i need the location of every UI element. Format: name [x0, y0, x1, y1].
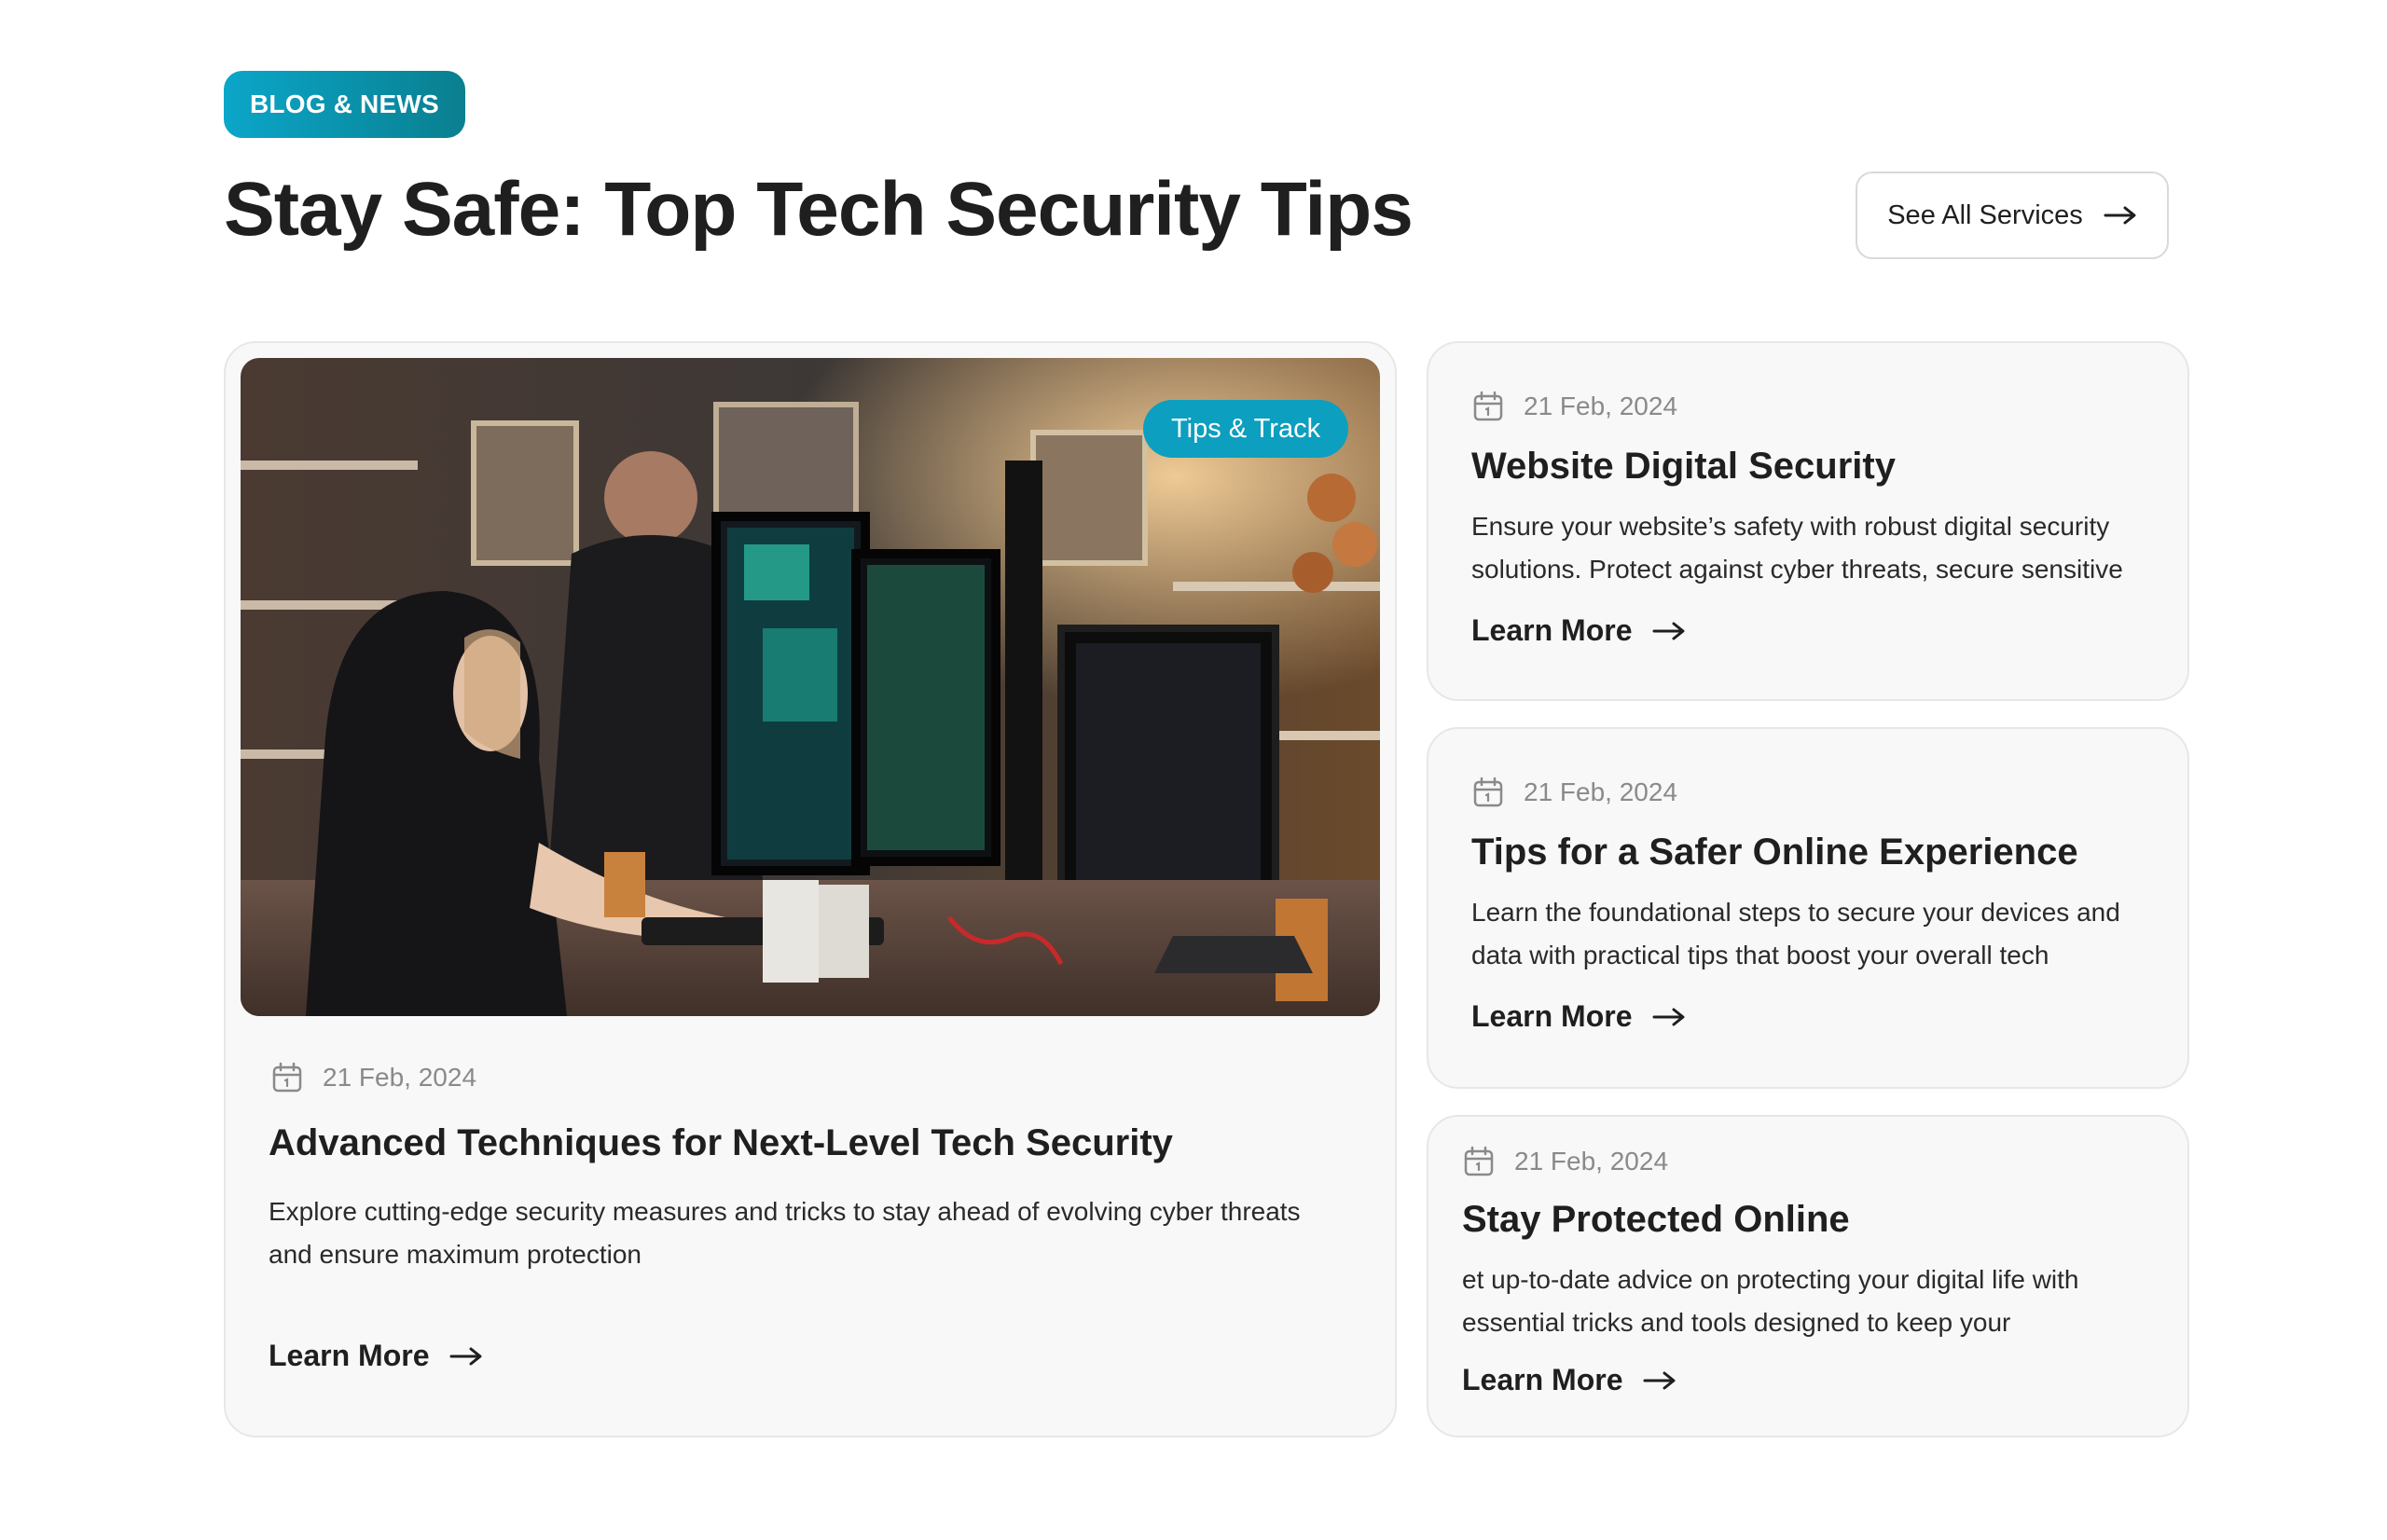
post-date: 21 Feb, 2024	[270, 1061, 476, 1094]
arrow-right-icon	[1652, 622, 1686, 640]
see-all-services-label: See All Services	[1887, 199, 2083, 230]
post-description: et up-to-date advice on protecting your …	[1462, 1265, 2079, 1337]
post-card[interactable]: 21 Feb, 2024 Tips for a Safer Online Exp…	[1427, 727, 2189, 1089]
learn-more-label: Learn More	[1471, 613, 1633, 647]
section-badge: BLOG & NEWS	[224, 71, 465, 138]
post-date-text: 21 Feb, 2024	[1524, 777, 1678, 806]
learn-more-label: Learn More	[269, 1339, 430, 1372]
learn-more-label: Learn More	[1471, 999, 1633, 1033]
see-all-services-button[interactable]: See All Services	[1856, 172, 2169, 259]
post-title[interactable]: Stay Protected Online	[1462, 1199, 1850, 1241]
post-date: 21 Feb, 2024	[1471, 390, 1677, 423]
post-title[interactable]: Tips for a Safer Online Experience	[1471, 832, 2078, 873]
post-date-text: 21 Feb, 2024	[1514, 1147, 1669, 1176]
learn-more-link[interactable]: Learn More	[1462, 1363, 1676, 1397]
learn-more-link[interactable]: Learn More	[1471, 613, 1686, 648]
post-date-text: 21 Feb, 2024	[1524, 392, 1678, 420]
post-description: Learn the foundational steps to secure y…	[1471, 898, 2120, 969]
calendar-icon	[1471, 776, 1505, 809]
featured-post-card[interactable]: Tips & Track 21 Feb, 2024 Advanced Techn…	[224, 341, 1397, 1437]
learn-more-link[interactable]: Learn More	[1471, 999, 1686, 1034]
learn-more-label: Learn More	[1462, 1363, 1623, 1396]
arrow-right-icon	[449, 1347, 483, 1366]
category-tag[interactable]: Tips & Track	[1143, 400, 1349, 458]
post-description: Explore cutting-edge security measures a…	[269, 1197, 1301, 1269]
post-date-text: 21 Feb, 2024	[323, 1063, 477, 1092]
calendar-icon	[270, 1061, 304, 1094]
post-card[interactable]: 21 Feb, 2024 Website Digital Security En…	[1427, 341, 2189, 701]
post-date: 21 Feb, 2024	[1471, 776, 1677, 809]
post-description: Ensure your website’s safety with robust…	[1471, 512, 2123, 584]
post-card[interactable]: 21 Feb, 2024 Stay Protected Online et up…	[1427, 1115, 2189, 1437]
arrow-right-icon	[1643, 1371, 1676, 1390]
post-title[interactable]: Website Digital Security	[1471, 446, 1896, 488]
post-title[interactable]: Advanced Techniques for Next-Level Tech …	[269, 1122, 1173, 1164]
arrow-right-icon	[1652, 1008, 1686, 1026]
calendar-icon	[1471, 390, 1505, 423]
page-title: Stay Safe: Top Tech Security Tips	[224, 167, 1414, 252]
post-date: 21 Feb, 2024	[1462, 1145, 1668, 1178]
learn-more-link[interactable]: Learn More	[269, 1339, 483, 1373]
calendar-icon	[1462, 1145, 1496, 1178]
arrow-right-icon	[2104, 206, 2137, 225]
